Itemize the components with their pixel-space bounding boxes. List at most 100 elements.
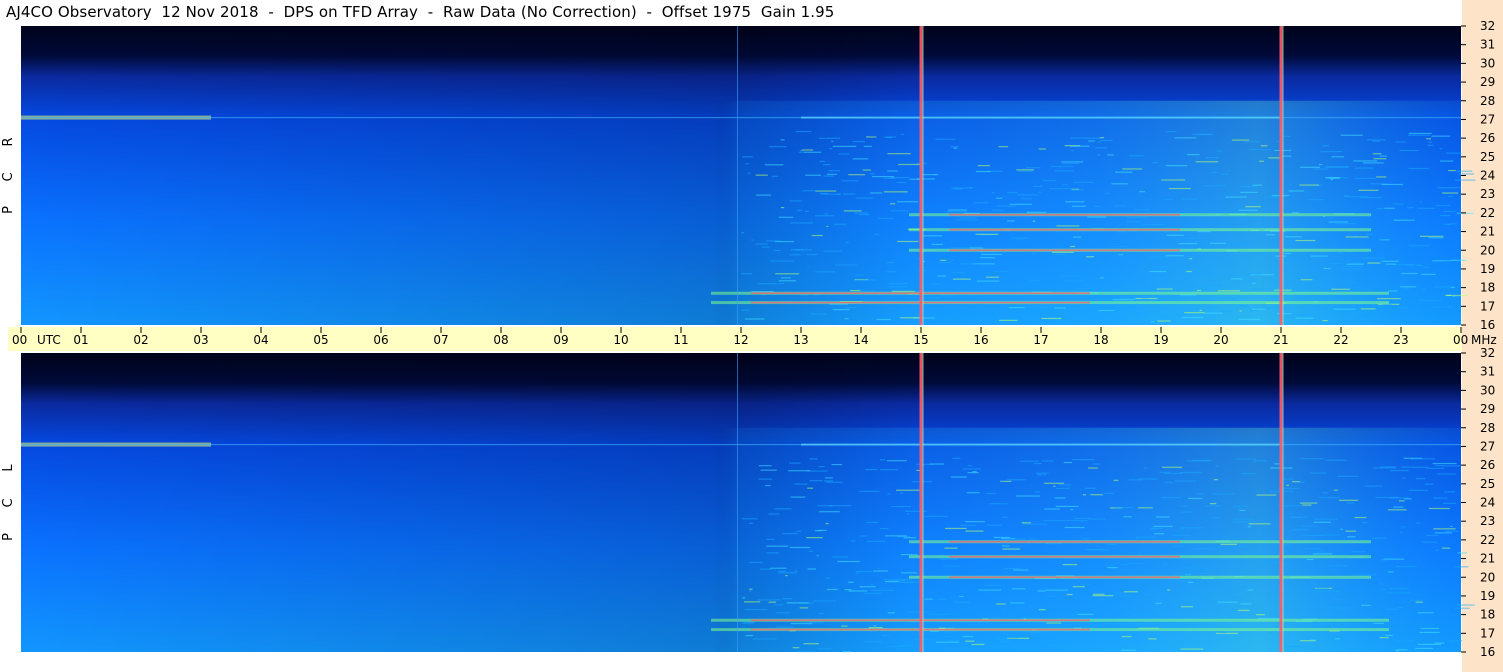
noise-speck (975, 170, 991, 173)
noise-speck (1058, 484, 1072, 486)
noise-speck (962, 635, 974, 638)
noise-speck (1090, 494, 1103, 496)
noise-speck (950, 146, 960, 148)
noise-speck (807, 568, 816, 570)
noise-speck (870, 589, 895, 591)
noise-speck (1188, 497, 1203, 500)
noise-speck (1321, 634, 1330, 636)
rfi-vertical-line-edge (922, 353, 924, 652)
noise-speck (1284, 252, 1292, 255)
noise-speck (789, 222, 814, 224)
noise-speck (1073, 236, 1082, 238)
noise-speck (818, 466, 825, 468)
noise-speck (887, 282, 908, 285)
spectrogram-panel-rcp: R C P (1, 26, 1476, 325)
noise-speck (823, 175, 834, 177)
rfi-vertical-line-edge (922, 26, 924, 325)
noise-speck (870, 583, 873, 586)
freq-tick-label: 31 (1480, 365, 1495, 379)
noise-speck (1001, 545, 1011, 547)
noise-speck (1037, 590, 1046, 592)
noise-speck (956, 219, 979, 221)
noise-speck (1198, 572, 1206, 575)
noise-speck (1033, 185, 1044, 187)
noise-speck (1410, 466, 1429, 468)
noise-speck (1433, 286, 1451, 288)
noise-speck (976, 280, 1000, 282)
noise-speck (1134, 209, 1150, 211)
noise-speck (778, 572, 797, 574)
noise-speck (1022, 617, 1040, 619)
noise-speck (999, 319, 1018, 321)
noise-speck (948, 209, 967, 211)
noise-speck (887, 170, 898, 172)
noise-speck (1161, 466, 1183, 468)
noise-speck (1030, 631, 1043, 634)
noise-speck (1164, 482, 1173, 484)
noise-speck (1397, 307, 1408, 309)
noise-speck (1422, 541, 1438, 543)
noise-speck (923, 235, 943, 237)
noise-speck (903, 537, 917, 539)
noise-speck (872, 175, 894, 178)
noise-speck (1379, 155, 1387, 157)
noise-speck (1163, 563, 1168, 565)
noise-speck (749, 561, 763, 563)
noise-speck (868, 626, 883, 629)
noise-speck (1149, 256, 1172, 258)
noise-speck (1219, 310, 1233, 312)
noise-speck (816, 648, 831, 650)
noise-speck (1043, 474, 1047, 476)
noise-speck (1247, 280, 1256, 282)
noise-speck (1012, 569, 1029, 571)
noise-speck (1285, 290, 1290, 292)
noise-speck (1239, 310, 1243, 312)
noise-speck (1227, 616, 1248, 619)
noise-speck (1065, 519, 1088, 522)
noise-speck (1433, 497, 1448, 499)
noise-speck (1055, 505, 1079, 508)
noise-speck (1353, 160, 1378, 162)
noise-speck (1337, 475, 1358, 477)
noise-speck (742, 597, 746, 599)
noise-speck (1002, 608, 1007, 610)
time-tick-label: 06 (373, 333, 388, 347)
noise-speck (745, 163, 749, 165)
noise-speck (1276, 140, 1279, 143)
noise-speck (1017, 194, 1038, 196)
noise-speck (1283, 478, 1294, 480)
noise-speck (1428, 237, 1444, 239)
noise-speck (1434, 642, 1445, 644)
noise-speck (1445, 294, 1452, 296)
noise-speck (1122, 168, 1143, 170)
noise-speck (923, 515, 948, 517)
noise-speck (865, 468, 878, 471)
noise-speck (1364, 288, 1371, 290)
freq-tick-label: 32 (1480, 346, 1495, 360)
freq-tick-label: 26 (1480, 458, 1495, 472)
freq-tick-label: 16 (1480, 645, 1495, 659)
noise-speck (1312, 648, 1317, 650)
noise-speck (832, 308, 850, 311)
noise-speck (1127, 562, 1144, 565)
noise-speck (741, 232, 745, 234)
noise-speck (1176, 314, 1183, 316)
noise-speck (886, 136, 892, 139)
noise-speck (1260, 145, 1268, 147)
noise-speck (1018, 170, 1033, 172)
noise-speck (1335, 222, 1357, 225)
noise-speck (824, 213, 829, 215)
noise-speck (937, 598, 946, 600)
noise-speck (760, 568, 773, 570)
time-tick-label: 18 (1093, 333, 1108, 347)
noise-speck (1010, 602, 1025, 604)
noise-speck (1165, 608, 1175, 610)
noise-speck (1373, 467, 1396, 469)
noise-speck (921, 173, 938, 176)
noise-speck (1241, 473, 1256, 475)
polarization-label-letter: C (1, 172, 16, 181)
noise-speck (1439, 214, 1451, 217)
noise-speck (1034, 491, 1041, 493)
noise-speck (741, 156, 753, 158)
noise-speck (848, 174, 866, 176)
